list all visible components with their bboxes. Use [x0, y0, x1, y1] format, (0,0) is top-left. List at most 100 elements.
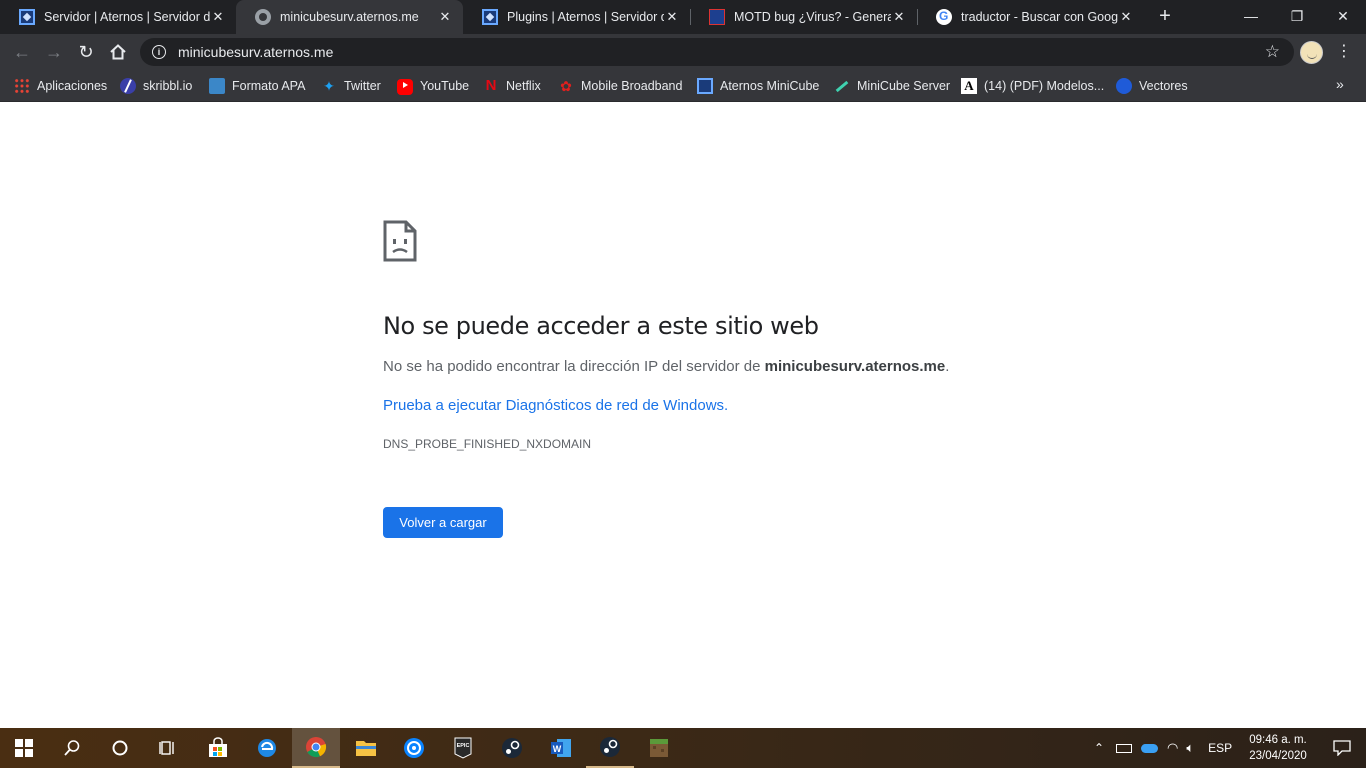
- apps-grid-icon: [14, 78, 30, 94]
- battery-icon[interactable]: [1116, 743, 1132, 753]
- word-icon[interactable]: W: [537, 728, 585, 768]
- close-window-button[interactable]: ✕: [1320, 0, 1366, 32]
- forum-icon: [709, 9, 725, 25]
- browser-toolbar: ← → ↻ i minicubesurv.aternos.me ☆ ⋮: [0, 34, 1366, 70]
- bookmark-aternos-minicube[interactable]: Aternos MiniCube: [697, 76, 819, 96]
- bookmark-label: Mobile Broadband: [581, 79, 683, 93]
- youtube-icon: [397, 79, 413, 95]
- google-icon: [936, 9, 952, 25]
- tab-minicubesurv[interactable]: minicubesurv.aternos.me ✕: [236, 0, 463, 34]
- clock[interactable]: 09:46 a. m. 23/04/2020: [1240, 732, 1316, 764]
- bookmark-label: Netflix: [506, 79, 541, 93]
- tab-title: minicubesurv.aternos.me: [280, 10, 419, 24]
- bookmark-label: Aplicaciones: [37, 79, 108, 93]
- profile-avatar[interactable]: [1300, 41, 1323, 64]
- tab-servidor[interactable]: Servidor | Aternos | Servidor de ✕: [0, 0, 236, 34]
- tab-traductor[interactable]: traductor - Buscar con Google ✕: [917, 0, 1144, 34]
- bookmark-skribbl[interactable]: skribbl.io: [120, 76, 192, 96]
- address-bar[interactable]: i minicubesurv.aternos.me ☆: [140, 38, 1294, 66]
- error-description: No se ha podido encontrar la dirección I…: [383, 358, 949, 375]
- aternos-icon: [482, 9, 498, 25]
- skribbl-icon: [120, 78, 136, 94]
- home-icon[interactable]: [104, 38, 132, 66]
- tab-plugins[interactable]: Plugins | Aternos | Servidor de ✕: [463, 0, 690, 34]
- windows-taskbar: EPIC W ⌃ ◠ 🔈︎ ESP 09:46 a. m. 23/04/2020: [0, 728, 1366, 768]
- bookmark-formato-apa[interactable]: Formato APA: [209, 76, 305, 96]
- minimize-button[interactable]: —: [1228, 0, 1274, 32]
- chevron-up-icon[interactable]: ⌃: [1090, 741, 1108, 755]
- close-icon[interactable]: ✕: [664, 9, 680, 25]
- bookmark-label: Aternos MiniCube: [720, 79, 820, 93]
- vectores-icon: [1116, 78, 1132, 94]
- sad-document-icon: [383, 220, 417, 267]
- netflix-icon: N: [485, 77, 497, 94]
- file-explorer-icon[interactable]: [342, 728, 390, 768]
- info-icon[interactable]: i: [152, 45, 166, 59]
- error-page: No se puede acceder a este sitio web No …: [0, 103, 1366, 728]
- chrome-icon[interactable]: [292, 728, 340, 768]
- close-icon[interactable]: ✕: [1118, 9, 1134, 25]
- bookmark-mobile-broadband[interactable]: ✿ Mobile Broadband: [558, 76, 682, 96]
- tab-title: MOTD bug ¿Virus? - General -: [734, 10, 891, 24]
- bookmark-label: skribbl.io: [143, 79, 193, 93]
- reload-icon[interactable]: ↻: [72, 38, 100, 66]
- bookmark-star-icon[interactable]: ☆: [1265, 42, 1280, 62]
- close-icon[interactable]: ✕: [210, 9, 226, 25]
- aternos-icon: [19, 9, 35, 25]
- windows-start-icon[interactable]: [0, 728, 48, 768]
- globe-icon: [255, 9, 271, 25]
- sword-icon: [834, 78, 850, 94]
- error-text-prefix: No se ha podido encontrar la dirección I…: [383, 358, 765, 375]
- back-button[interactable]: ←: [8, 38, 36, 66]
- svg-text:W: W: [553, 744, 562, 754]
- tab-motd[interactable]: MOTD bug ¿Virus? - General - ✕: [690, 0, 917, 34]
- restore-button[interactable]: ❐: [1274, 0, 1320, 32]
- task-view-icon[interactable]: [144, 728, 192, 768]
- close-icon[interactable]: ✕: [891, 9, 907, 25]
- aternos-icon: [697, 78, 713, 94]
- reload-button[interactable]: Volver a cargar: [383, 507, 503, 538]
- bookmark-pdf-modelos[interactable]: A (14) (PDF) Modelos...: [961, 76, 1104, 96]
- uplay-icon[interactable]: [390, 728, 438, 768]
- bookmark-label: YouTube: [420, 79, 470, 93]
- clock-date: 23/04/2020: [1249, 750, 1307, 762]
- epic-games-icon[interactable]: EPIC: [439, 728, 487, 768]
- volume-icon[interactable]: 🔈︎: [1186, 740, 1194, 756]
- bookmark-label: MiniCube Server: [857, 79, 951, 93]
- bookmark-label: Vectores: [1139, 79, 1188, 93]
- onedrive-icon[interactable]: [1141, 743, 1158, 753]
- bookmark-youtube[interactable]: YouTube: [397, 76, 469, 96]
- wifi-icon[interactable]: ◠: [1167, 740, 1178, 756]
- new-tab-button[interactable]: +: [1154, 5, 1176, 27]
- bookmark-aplicaciones[interactable]: Aplicaciones: [14, 76, 107, 96]
- notifications-icon[interactable]: [1318, 728, 1366, 768]
- bookmark-minicube-server[interactable]: MiniCube Server: [834, 76, 950, 96]
- bookmark-twitter[interactable]: ✦ Twitter: [321, 76, 381, 96]
- menu-icon[interactable]: ⋮: [1336, 42, 1352, 62]
- system-tray: ⌃ ◠ 🔈︎ ESP: [1090, 728, 1232, 768]
- bookmark-vectores[interactable]: Vectores: [1116, 76, 1188, 96]
- academia-icon: A: [961, 78, 977, 94]
- tab-strip: Servidor | Aternos | Servidor de ✕ minic…: [0, 0, 1366, 34]
- steam-icon[interactable]: [586, 728, 634, 768]
- search-icon[interactable]: [48, 728, 96, 768]
- forward-button[interactable]: →: [40, 38, 68, 66]
- steam-icon[interactable]: [488, 728, 536, 768]
- url-text[interactable]: minicubesurv.aternos.me: [178, 44, 333, 60]
- close-icon[interactable]: ✕: [437, 9, 453, 25]
- network-diagnostics-link[interactable]: Prueba a ejecutar Diagnósticos de red de…: [383, 397, 728, 414]
- cortana-icon[interactable]: [96, 728, 144, 768]
- edge-icon[interactable]: [243, 728, 291, 768]
- minecraft-icon[interactable]: [635, 728, 683, 768]
- clock-time: 09:46 a. m.: [1249, 734, 1307, 746]
- bookmark-label: Formato APA: [232, 79, 306, 93]
- store-icon[interactable]: [194, 728, 242, 768]
- error-title: No se puede acceder a este sitio web: [383, 312, 819, 340]
- bookmark-label: (14) (PDF) Modelos...: [984, 79, 1105, 93]
- bookmark-netflix[interactable]: N Netflix: [483, 76, 541, 96]
- bookmark-label: Twitter: [344, 79, 381, 93]
- tab-title: Plugins | Aternos | Servidor de: [507, 10, 664, 24]
- chevron-right-icon[interactable]: »: [1336, 76, 1344, 92]
- language-indicator[interactable]: ESP: [1208, 741, 1232, 755]
- tab-title: traductor - Buscar con Google: [961, 10, 1118, 24]
